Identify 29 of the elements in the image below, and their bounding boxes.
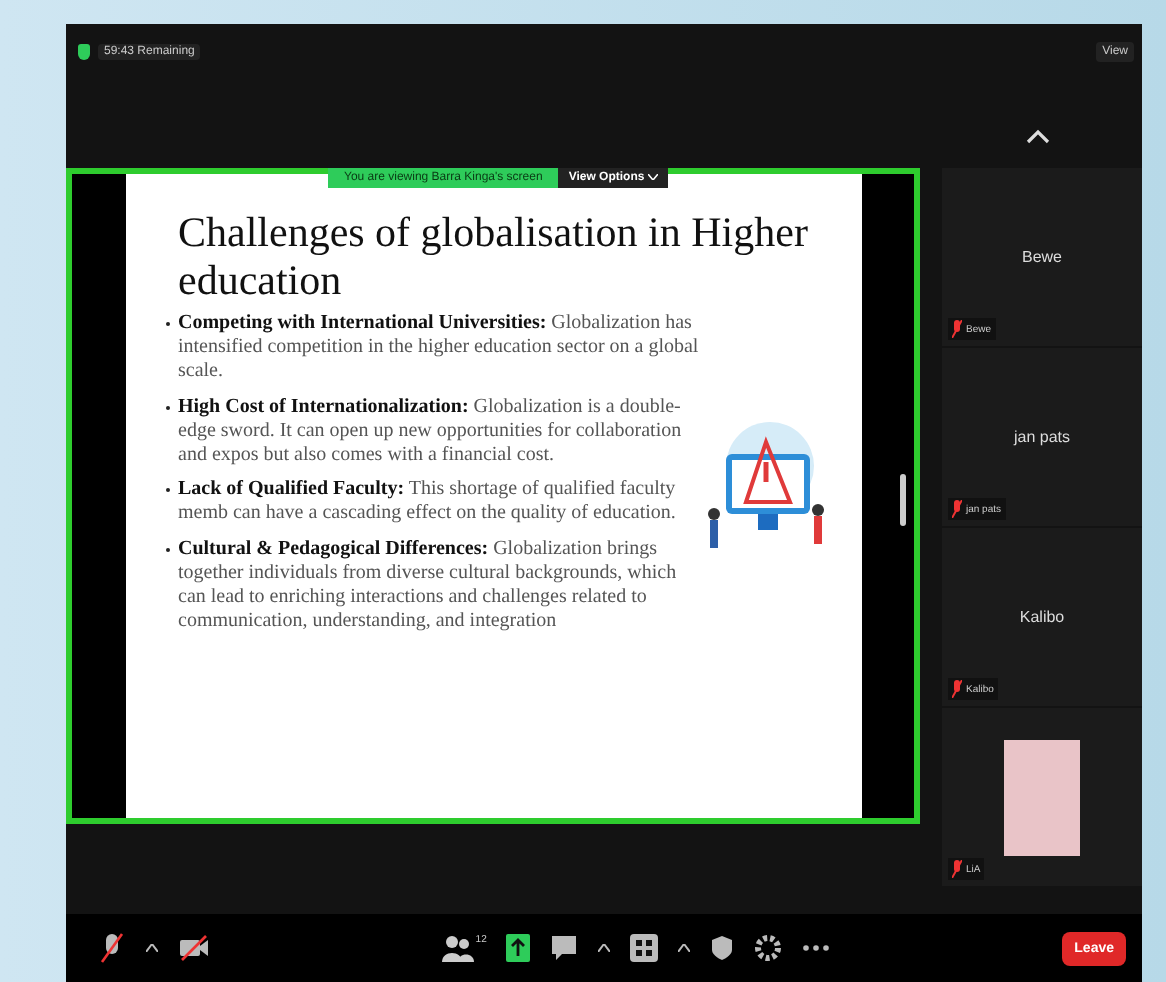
muted-mic-icon xyxy=(952,320,962,338)
caret-icon[interactable] xyxy=(598,944,611,952)
chat-icon[interactable] xyxy=(550,934,579,962)
caret-icon[interactable] xyxy=(146,944,158,952)
participants-icon[interactable] xyxy=(441,934,474,962)
muted-mic-icon xyxy=(952,860,962,878)
gear-icon[interactable] xyxy=(754,934,783,962)
avatar-placeholder xyxy=(1004,739,1080,855)
bullet-text: Competing with International Universities: Globalization has intensified competition in the higher education sector on a global scale. xyxy=(166,312,702,386)
shield-icon[interactable] xyxy=(710,934,735,962)
muted-microphone-icon[interactable] xyxy=(98,932,126,964)
grid-icon[interactable] xyxy=(630,934,659,962)
participant-name: Kalibo xyxy=(1019,608,1065,626)
caret-icon[interactable] xyxy=(678,944,691,952)
video-off-icon[interactable] xyxy=(178,934,210,962)
share-screen-icon[interactable] xyxy=(506,934,531,962)
participant-name: jan pats xyxy=(1013,428,1071,446)
muted-mic-icon xyxy=(952,500,962,518)
chevron-up-icon[interactable] xyxy=(1026,128,1050,144)
more-icon[interactable] xyxy=(802,944,831,952)
bullet-text: High Cost of Internationalization: Globalization is a double-edge sword. It can open up new opportunities for collaboration and expos but also comes with a financial cost. xyxy=(166,395,702,469)
bullet-text: Lack of Qualified Faculty: This shortage of qualified faculty memb can have a cascading effect on the quality of education. xyxy=(166,478,702,528)
bullet-text: Cultural & Pedagogical Differences: Globalization brings together individuals from diverse cultural backgrounds, which can lead to enriching interactions and challenges related to communication, understanding, and integration xyxy=(166,537,702,635)
chevron-down-icon xyxy=(647,174,658,180)
slide-title: Challenges of globalisation in Higher education xyxy=(176,210,810,305)
participant-name: Bewe xyxy=(1021,248,1062,266)
shield-icon xyxy=(78,44,90,60)
scrollbar[interactable] xyxy=(900,474,906,526)
muted-mic-icon xyxy=(952,680,962,698)
